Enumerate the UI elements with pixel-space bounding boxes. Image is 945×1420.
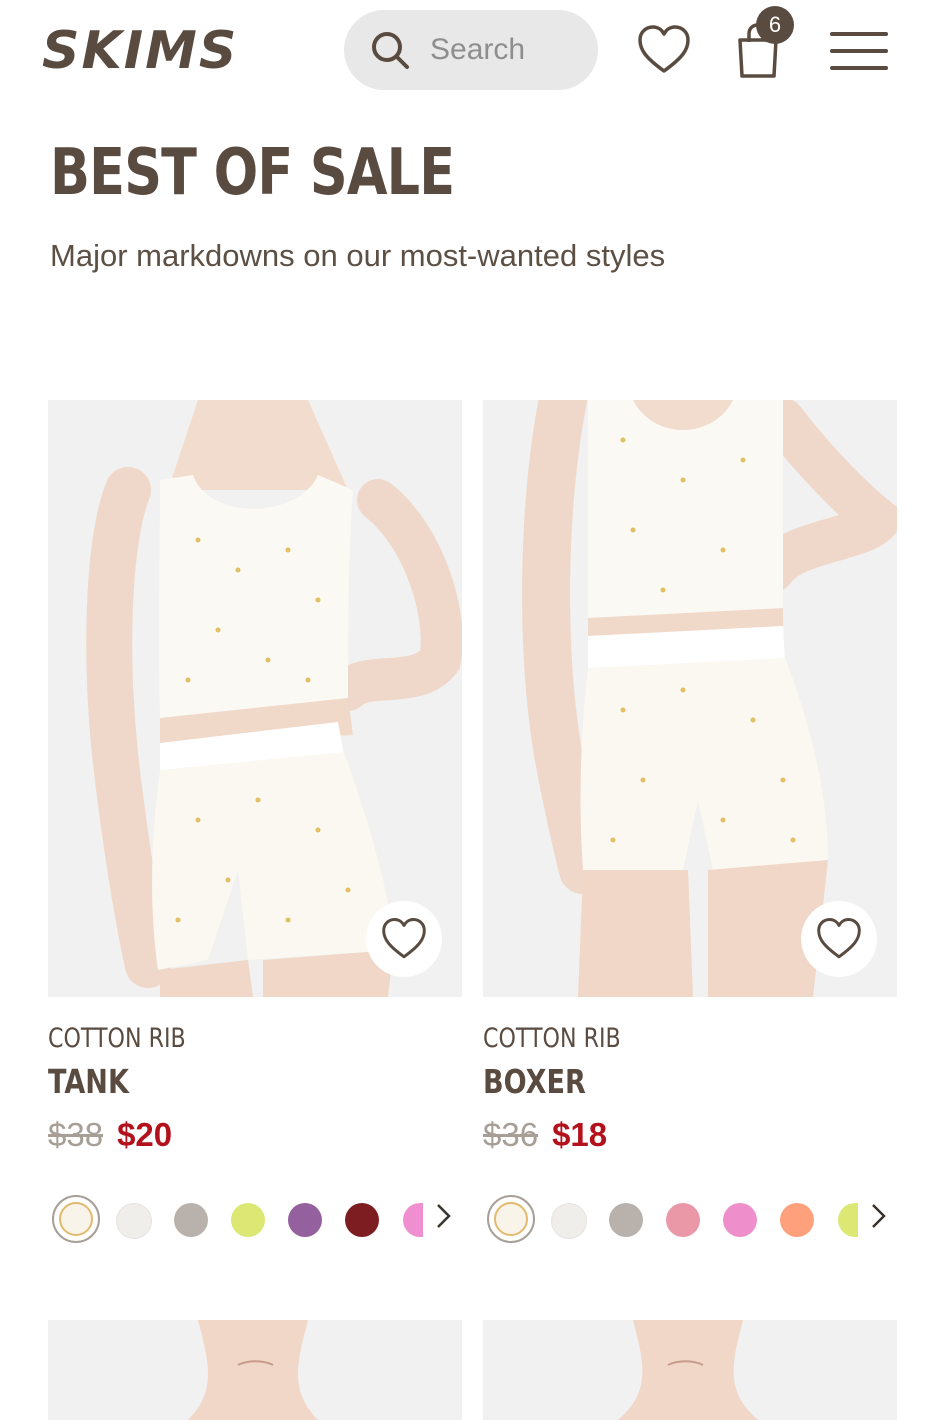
search-input[interactable] — [430, 33, 580, 67]
color-swatches — [48, 1195, 462, 1245]
color-swatches — [483, 1195, 897, 1245]
product-name[interactable]: TANK — [48, 1062, 129, 1101]
sale-price: $20 — [117, 1116, 173, 1153]
search-bar[interactable] — [344, 10, 598, 90]
product-image[interactable] — [483, 400, 897, 997]
swatch[interactable] — [666, 1203, 700, 1237]
swatch[interactable] — [288, 1203, 322, 1237]
product-image[interactable] — [48, 1320, 462, 1420]
search-icon — [372, 32, 409, 69]
hamburger-menu-icon[interactable] — [830, 28, 888, 74]
swatch[interactable] — [551, 1203, 587, 1239]
swatch[interactable] — [723, 1203, 757, 1237]
model-photo — [188, 1320, 318, 1420]
sale-price: $18 — [552, 1116, 608, 1153]
swatch-selected[interactable] — [52, 1195, 100, 1243]
swatch[interactable] — [116, 1203, 152, 1239]
swatch[interactable] — [174, 1203, 208, 1237]
site-header: SKIMS 6 — [0, 0, 945, 100]
svg-text:SKIMS: SKIMS — [42, 21, 238, 81]
heart-icon — [817, 918, 861, 959]
chevron-right-icon[interactable] — [867, 1201, 889, 1231]
product-name[interactable]: BOXER — [483, 1062, 586, 1101]
page-subtitle: Major markdowns on our most-wanted style… — [50, 238, 666, 273]
original-price: $36 — [483, 1116, 539, 1153]
product-collection: COTTON RIB — [483, 1023, 621, 1054]
swatch[interactable] — [345, 1203, 379, 1237]
product-image[interactable] — [48, 400, 462, 997]
cart-count-badge: 6 — [756, 6, 794, 44]
original-price: $38 — [48, 1116, 104, 1153]
favorite-button[interactable] — [801, 901, 877, 977]
page-title: BEST OF SALE — [50, 136, 455, 210]
chevron-right-icon[interactable] — [432, 1201, 454, 1231]
swatch-selected[interactable] — [487, 1195, 535, 1243]
heart-icon[interactable] — [636, 24, 692, 76]
product-price: $36 $18 — [483, 1116, 607, 1154]
favorite-button[interactable] — [366, 901, 442, 977]
product-collection: COTTON RIB — [48, 1023, 186, 1054]
product-price: $38 $20 — [48, 1116, 172, 1154]
model-photo — [618, 1320, 758, 1420]
skims-logo[interactable]: SKIMS — [40, 12, 280, 82]
swatch[interactable] — [838, 1203, 858, 1237]
swatch[interactable] — [403, 1203, 423, 1237]
swatch[interactable] — [231, 1203, 265, 1237]
heart-icon — [382, 918, 426, 959]
product-image[interactable] — [483, 1320, 897, 1420]
swatch[interactable] — [609, 1203, 643, 1237]
swatch[interactable] — [780, 1203, 814, 1237]
